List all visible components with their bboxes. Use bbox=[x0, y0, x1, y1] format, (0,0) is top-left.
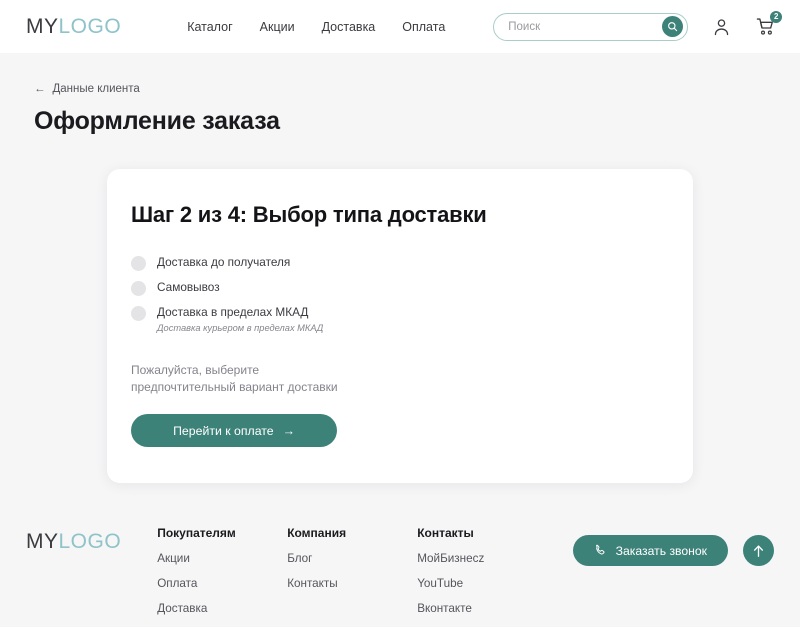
go-to-payment-label: Перейти к оплате bbox=[173, 424, 274, 438]
option-description: Доставка курьером в пределах МКАД bbox=[157, 322, 323, 334]
footer-columns: Покупателям Акции Оплата Доставка Компан… bbox=[157, 526, 547, 627]
footer-link-promotions[interactable]: Акции bbox=[157, 552, 287, 565]
nav-item-delivery[interactable]: Доставка bbox=[322, 20, 376, 34]
main-nav: Каталог Акции Доставка Оплата bbox=[187, 20, 445, 34]
nav-item-catalog[interactable]: Каталог bbox=[187, 20, 232, 34]
request-call-label: Заказать звонок bbox=[616, 544, 707, 558]
radio-icon[interactable] bbox=[131, 256, 146, 271]
footer-link-blog[interactable]: Блог bbox=[287, 552, 417, 565]
footer-column-title: Компания bbox=[287, 526, 417, 540]
breadcrumb-label: Данные клиента bbox=[53, 83, 140, 95]
footer-link-contacts[interactable]: Контакты bbox=[287, 577, 417, 590]
request-call-button[interactable]: Заказать звонок bbox=[573, 535, 728, 566]
logo-text-secondary: LOGO bbox=[59, 530, 122, 554]
delivery-option-mkad[interactable]: Доставка в пределах МКАД Доставка курьер… bbox=[131, 302, 669, 337]
footer-column-contacts: Контакты МойБизнесz YouTube Вконтакте bbox=[417, 526, 547, 627]
scroll-to-top-button[interactable] bbox=[743, 535, 774, 566]
footer-logo[interactable]: MYLOGO bbox=[26, 530, 121, 554]
delivery-options-group: Доставка до получателя Самовывоз Доставк… bbox=[131, 252, 669, 337]
logo-text-secondary: LOGO bbox=[59, 15, 122, 39]
user-icon bbox=[713, 18, 730, 36]
option-label: Самовывоз bbox=[157, 280, 220, 296]
go-to-payment-button[interactable]: Перейти к оплате → bbox=[131, 414, 337, 447]
step-title: Шаг 2 из 4: Выбор типа доставки bbox=[131, 202, 669, 228]
arrow-up-icon bbox=[752, 544, 765, 558]
page-title: Оформление заказа bbox=[34, 107, 766, 136]
validation-helper-text: Пожалуйста, выберите предпочтительный ва… bbox=[131, 362, 341, 397]
cart-button[interactable]: 2 bbox=[754, 16, 776, 38]
footer-column-buyers: Покупателям Акции Оплата Доставка bbox=[157, 526, 287, 627]
page-header-section: ← Данные клиента Оформление заказа bbox=[0, 53, 800, 136]
delivery-option-recipient[interactable]: Доставка до получателя bbox=[131, 252, 669, 274]
nav-item-payment[interactable]: Оплата bbox=[402, 20, 445, 34]
option-label: Доставка в пределах МКАД bbox=[157, 305, 323, 321]
breadcrumb-back-link[interactable]: ← Данные клиента bbox=[34, 83, 140, 95]
checkout-card-area: Шаг 2 из 4: Выбор типа доставки Доставка… bbox=[0, 136, 800, 483]
phone-icon bbox=[594, 544, 607, 557]
search-input[interactable] bbox=[508, 21, 662, 33]
arrow-right-icon: → bbox=[283, 424, 295, 438]
delivery-step-card: Шаг 2 из 4: Выбор типа доставки Доставка… bbox=[107, 169, 693, 483]
delivery-option-pickup[interactable]: Самовывоз bbox=[131, 277, 669, 299]
footer-column-company: Компания Блог Контакты bbox=[287, 526, 417, 627]
search-bar bbox=[493, 13, 688, 41]
footer-action-group: Заказать звонок bbox=[573, 535, 774, 566]
logo-text-primary: MY bbox=[26, 15, 59, 39]
radio-icon[interactable] bbox=[131, 306, 146, 321]
nav-item-promotions[interactable]: Акции bbox=[260, 20, 295, 34]
search-icon bbox=[667, 21, 678, 32]
footer-link-vkontakte[interactable]: Вконтакте bbox=[417, 602, 547, 615]
account-button[interactable] bbox=[710, 16, 732, 38]
site-footer: MYLOGO Покупателям Акции Оплата Доставка… bbox=[0, 526, 800, 627]
site-header: MYLOGO Каталог Акции Доставка Оплата bbox=[0, 0, 800, 53]
footer-link-youtube[interactable]: YouTube bbox=[417, 577, 547, 590]
header-icon-group: 2 bbox=[710, 16, 776, 38]
cart-count-badge: 2 bbox=[770, 11, 782, 23]
logo-text-primary: MY bbox=[26, 530, 59, 554]
footer-column-title: Покупателям bbox=[157, 526, 287, 540]
footer-link-payment[interactable]: Оплата bbox=[157, 577, 287, 590]
search-button[interactable] bbox=[662, 16, 683, 37]
header-logo[interactable]: MYLOGO bbox=[26, 15, 121, 39]
footer-link-moybiznes[interactable]: МойБизнесz bbox=[417, 552, 547, 565]
option-label: Доставка до получателя bbox=[157, 255, 290, 271]
footer-link-delivery[interactable]: Доставка bbox=[157, 602, 287, 615]
footer-column-title: Контакты bbox=[417, 526, 547, 540]
radio-icon[interactable] bbox=[131, 281, 146, 296]
arrow-left-icon: ← bbox=[34, 83, 46, 95]
